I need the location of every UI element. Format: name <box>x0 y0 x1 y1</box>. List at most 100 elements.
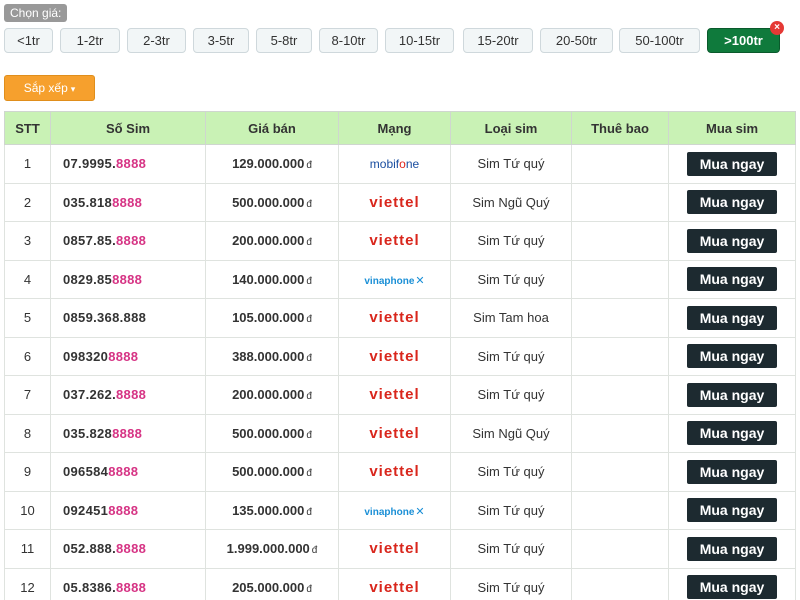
buy-now-button[interactable]: Mua ngay <box>687 498 777 523</box>
sim-number-head: 035.828 <box>63 425 113 441</box>
network-cell: viettel <box>338 298 451 338</box>
buy-cell: Mua ngay <box>668 413 796 453</box>
price-filter-option-label: 20-50tr <box>555 33 598 48</box>
header-stt[interactable]: STT <box>4 111 51 145</box>
subscriber-type <box>571 221 669 261</box>
sim-price: 140.000.000 đ <box>205 259 339 299</box>
currency-symbol: đ <box>306 468 312 480</box>
sim-number-link[interactable]: 05.8386.8888 <box>50 567 206 600</box>
sim-number-link[interactable]: 0924518888 <box>50 490 206 530</box>
sim-number-head: 098320 <box>63 348 109 364</box>
row-stt: 4 <box>4 259 51 299</box>
header-sim-type[interactable]: Loại sim <box>450 111 572 145</box>
table-row: 12 05.8386.8888 205.000.000 đ viettel Sim Tứ … <box>4 567 796 600</box>
sim-number-tail: 8888 <box>116 387 147 403</box>
buy-now-button[interactable]: Mua ngay <box>687 536 777 561</box>
price-value: 140.000.000 <box>232 271 305 287</box>
price-value: 200.000.000 <box>232 387 305 403</box>
sim-number-link[interactable]: 035.8288888 <box>50 413 206 453</box>
buy-now-button[interactable]: Mua ngay <box>687 344 777 369</box>
buy-now-button[interactable]: Mua ngay <box>687 575 777 600</box>
price-filter-option[interactable]: 8-10tr <box>319 28 378 53</box>
buy-now-button[interactable]: Mua ngay <box>687 421 777 446</box>
price-filter-option[interactable]: 50-100tr <box>619 28 700 53</box>
buy-now-button[interactable]: Mua ngay <box>687 228 777 253</box>
subscriber-type <box>571 144 669 184</box>
sim-number-link[interactable]: 037.262.8888 <box>50 375 206 415</box>
header-subscriber[interactable]: Thuê bao <box>571 111 669 145</box>
sim-number-head: 096584 <box>63 464 109 480</box>
viettel-logo: viettel <box>369 540 420 558</box>
header-price[interactable]: Giá bán <box>205 111 339 145</box>
sim-number-link[interactable]: 0965848888 <box>50 452 206 492</box>
vinaphone-logo-text: vinaphone <box>364 275 415 287</box>
sim-price: 135.000.000 đ <box>205 490 339 530</box>
price-filter-option-label: 5-8tr <box>270 33 298 48</box>
vinaphone-logo-text: vinaphone <box>364 506 415 518</box>
row-stt: 11 <box>4 529 51 569</box>
row-stt: 8 <box>4 413 51 453</box>
sim-number-link[interactable]: 035.8188888 <box>50 182 206 222</box>
price-filter-option[interactable]: 1-2tr <box>60 28 120 53</box>
price-filter-option[interactable]: 15-20tr <box>463 28 533 53</box>
buy-now-button[interactable]: Mua ngay <box>687 151 777 176</box>
subscriber-type <box>571 413 669 453</box>
sim-number-tail: 8888 <box>112 425 143 441</box>
price-filter-option[interactable]: 2-3tr <box>127 28 186 53</box>
price-filter-option-label: 3-5tr <box>207 33 235 48</box>
close-icon[interactable]: × <box>770 21 784 35</box>
currency-symbol: đ <box>306 391 312 403</box>
sim-number-link[interactable]: 052.888.8888 <box>50 529 206 569</box>
price-value: 1.999.000.000 <box>226 541 310 557</box>
header-sim-number[interactable]: Số Sim <box>50 111 206 145</box>
buy-cell: Mua ngay <box>668 298 796 338</box>
vinaphone-mark-icon: ✕ <box>415 505 425 518</box>
subscriber-type <box>571 298 669 338</box>
sim-number-link[interactable]: 0859.368.888 <box>50 298 206 338</box>
mobifone-logo-part: o <box>399 157 406 172</box>
sort-button[interactable]: Sắp xếp ▾ <box>4 75 95 101</box>
price-filter-option[interactable]: 3-5tr <box>193 28 249 53</box>
sim-type: Sim Tứ quý <box>450 336 572 376</box>
sim-price: 1.999.000.000 đ <box>205 529 339 569</box>
sim-type: Sim Tứ quý <box>450 375 572 415</box>
buy-now-button[interactable]: Mua ngay <box>687 459 777 484</box>
sim-number-tail: 8888 <box>112 194 143 210</box>
sim-number-link[interactable]: 0829.858888 <box>50 259 206 299</box>
buy-now-button[interactable]: Mua ngay <box>687 305 777 330</box>
caret-down-icon: ▾ <box>70 84 76 94</box>
mobifone-logo-part: mobif <box>369 157 400 172</box>
row-stt: 5 <box>4 298 51 338</box>
network-cell: mobifone <box>338 144 451 184</box>
header-network[interactable]: Mạng <box>338 111 451 145</box>
buy-cell: Mua ngay <box>668 259 796 299</box>
price-filter-option[interactable]: >100tr × <box>707 21 784 53</box>
mobifone-logo: mobifone <box>370 157 419 171</box>
viettel-logo: viettel <box>369 463 420 481</box>
subscriber-type <box>571 375 669 415</box>
price-filter-label: Chọn giá: <box>4 4 68 22</box>
price-filter-option[interactable]: <1tr <box>4 28 53 53</box>
buy-now-button[interactable]: Mua ngay <box>687 190 777 215</box>
price-filter-option[interactable]: 20-50tr <box>540 28 613 53</box>
table-row: 1 07.9995.8888 129.000.000 đ mobifone Sim Tứ … <box>4 144 796 184</box>
sim-number-link[interactable]: 0983208888 <box>50 336 206 376</box>
buy-cell: Mua ngay <box>668 144 796 184</box>
price-filter-option[interactable]: 5-8tr <box>256 28 312 53</box>
table-row: 7 037.262.8888 200.000.000 đ viettel Sim Tứ q… <box>4 375 796 415</box>
price-filter-option-label: >100tr <box>724 33 763 48</box>
buy-cell: Mua ngay <box>668 567 796 600</box>
sim-type: Sim Tứ quý <box>450 259 572 299</box>
sim-number-tail: 8888 <box>112 271 143 287</box>
sim-type: Sim Ngũ Quý <box>450 182 572 222</box>
buy-now-button[interactable]: Mua ngay <box>687 267 777 292</box>
table-row: 6 0983208888 388.000.000 đ viettel Sim Tứ quý… <box>4 336 796 376</box>
price-filter-option[interactable]: 10-15tr <box>385 28 454 53</box>
mobifone-logo-part: ne <box>405 157 420 172</box>
sim-number-tail: 8888 <box>108 464 139 480</box>
sim-number-link[interactable]: 07.9995.8888 <box>50 144 206 184</box>
buy-cell: Mua ngay <box>668 529 796 569</box>
buy-now-button[interactable]: Mua ngay <box>687 382 777 407</box>
sim-number-link[interactable]: 0857.85.8888 <box>50 221 206 261</box>
price-filter-option-label: 2-3tr <box>143 33 170 48</box>
